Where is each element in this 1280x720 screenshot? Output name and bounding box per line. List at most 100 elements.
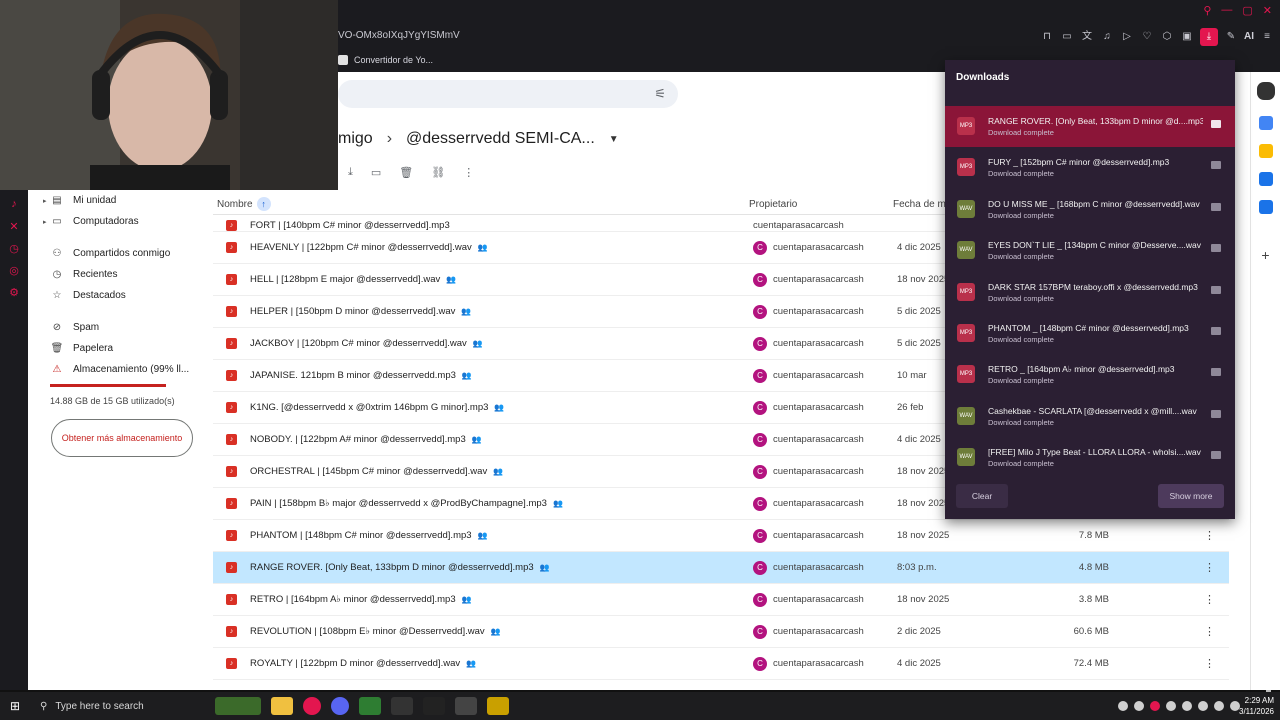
close-icon[interactable]: ✕: [1263, 4, 1272, 17]
app-icon[interactable]: [359, 697, 381, 715]
breadcrumb-current[interactable]: @desserrvedd SEMI-CA...: [406, 130, 595, 148]
link-icon[interactable]: ⛓: [431, 166, 445, 179]
folder-icon[interactable]: [1211, 327, 1221, 335]
table-row[interactable]: ♪ RANGE ROVER. [Only Beat, 133bpm D minor…: [213, 552, 1229, 584]
expand-icon[interactable]: ▸: [43, 218, 47, 226]
expand-icon[interactable]: ▸: [43, 197, 47, 205]
download-item[interactable]: WAV DO U MISS ME _ [168bpm C minor @desse…: [945, 189, 1235, 230]
wifi-icon[interactable]: [1198, 701, 1208, 711]
more-options-icon[interactable]: ⋮: [1204, 593, 1215, 606]
address-bar[interactable]: VO-OMx8oIXqJYgYISMmV: [338, 30, 460, 41]
obs-icon[interactable]: [455, 697, 477, 715]
keep-icon[interactable]: [1258, 144, 1273, 158]
folder-icon[interactable]: [1211, 161, 1221, 170]
folder-icon[interactable]: [1211, 202, 1221, 211]
start-button[interactable]: ⊞: [0, 699, 30, 713]
search-icon[interactable]: ⚲: [1203, 4, 1211, 17]
folder-icon[interactable]: [1211, 409, 1221, 418]
sidebar-item-starred[interactable]: ☆ Destacados: [28, 285, 208, 306]
sidebar-item-trash[interactable]: 🗑 Papelera: [28, 338, 208, 359]
more-options-icon[interactable]: ⋮: [1204, 657, 1215, 670]
show-more-button[interactable]: Show more: [1158, 484, 1224, 508]
discord-icon[interactable]: [331, 697, 349, 715]
more-options-icon[interactable]: ⋮: [1204, 561, 1215, 574]
bookmark-icon[interactable]: ⊓: [1040, 30, 1054, 44]
heart-icon[interactable]: ♡: [1140, 30, 1154, 44]
bookmark-item[interactable]: Convertidor de Yo...: [338, 52, 433, 68]
contacts-icon[interactable]: [1258, 200, 1273, 214]
clear-button[interactable]: Clear: [956, 484, 1008, 508]
download-item[interactable]: WAV Cashekbae - SCARLATA [@desserrvedd x …: [945, 396, 1235, 437]
capcut-icon[interactable]: [391, 697, 413, 715]
sidebar-item-my-drive[interactable]: ▸ ▤ Mi unidad: [28, 190, 208, 211]
tray-icon[interactable]: [1166, 701, 1176, 711]
sidebar-item-spam[interactable]: ⊘ Spam: [28, 317, 208, 338]
tiktok-icon[interactable]: ♪: [7, 198, 21, 212]
drive-search-bar[interactable]: ⚟: [338, 80, 678, 108]
download-item[interactable]: MP3 PHANTOM _ [148bpm C# minor @desserrve…: [945, 313, 1235, 354]
sidebar-item-shared[interactable]: ⚇ Compartidos conmigo: [28, 243, 208, 264]
folder-icon[interactable]: [1211, 120, 1221, 128]
x-icon[interactable]: ✕: [7, 220, 21, 234]
settings-icon[interactable]: ⚙: [7, 286, 21, 300]
translate-icon[interactable]: 文: [1080, 30, 1094, 44]
tray-icon[interactable]: [1150, 701, 1160, 711]
weather-widget[interactable]: [215, 697, 261, 715]
taskbar-search[interactable]: ⚲ Type here to search: [30, 692, 210, 720]
screenshot-icon[interactable]: ▭: [1060, 30, 1074, 44]
whatsapp-icon[interactable]: ◎: [7, 264, 21, 278]
sidebar-item-storage[interactable]: ⚠ Almacenamiento (99% ll...: [28, 359, 208, 380]
filter-icon[interactable]: ⚟: [654, 86, 666, 102]
breadcrumb-parent[interactable]: migo: [338, 130, 373, 148]
table-row[interactable]: ♪ REVOLUTION | [108bpm E♭ minor @Desserrv…: [213, 616, 1229, 648]
menu-icon[interactable]: ≡: [1260, 30, 1274, 44]
volume-icon[interactable]: [1214, 701, 1224, 711]
minimize-icon[interactable]: —: [1221, 4, 1232, 17]
column-name[interactable]: Nombre ↑: [213, 197, 749, 211]
clock[interactable]: 2:29 AM 3/11/2026: [1236, 692, 1274, 717]
maximize-icon[interactable]: ▢: [1242, 4, 1252, 17]
sort-arrow-up-icon[interactable]: ↑: [256, 197, 271, 211]
folder-icon[interactable]: [1211, 244, 1221, 253]
table-row[interactable]: ♪ ROYALTY | [122bpm D minor @desserrvedd]…: [213, 648, 1229, 680]
download-item[interactable]: MP3 RETRO _ [164bpm A♭ minor @desserrvedd…: [945, 354, 1235, 395]
move-icon[interactable]: ▭: [371, 166, 381, 179]
more-options-icon[interactable]: ⋮: [1204, 625, 1215, 638]
file-explorer-icon[interactable]: [271, 697, 293, 715]
tray-icon[interactable]: [1182, 701, 1192, 711]
tasks-icon[interactable]: [1258, 172, 1273, 186]
app-icon[interactable]: [487, 697, 509, 715]
history-icon[interactable]: ◷: [7, 242, 21, 256]
folder-icon[interactable]: [1211, 285, 1221, 294]
download-item[interactable]: MP3 RANGE ROVER. [Only Beat, 133bpm D min…: [945, 106, 1235, 147]
column-owner[interactable]: Propietario: [749, 199, 893, 210]
caret-down-icon[interactable]: ▼: [609, 134, 619, 145]
folder-icon[interactable]: [1211, 368, 1221, 377]
profile-avatar[interactable]: [1256, 82, 1275, 100]
ai-icon[interactable]: ✎: [1224, 30, 1238, 44]
get-storage-button[interactable]: Obtener más almacenamiento: [51, 419, 193, 457]
download-item[interactable]: WAV [FREE] Milo J Type Beat - LLORA LLORA…: [945, 437, 1235, 478]
sidebar-item-computers[interactable]: ▸ ▭ Computadoras: [28, 211, 208, 232]
opera-icon[interactable]: [303, 697, 321, 715]
extensions-icon[interactable]: ⬡: [1160, 30, 1174, 44]
table-row[interactable]: ♪ PHANTOM | [148bpm C# minor @desserrvedd…: [213, 520, 1229, 552]
download-item[interactable]: WAV EYES DON`T LIE _ [134bpm C minor @Des…: [945, 230, 1235, 271]
play-icon[interactable]: ▷: [1120, 30, 1134, 44]
table-row[interactable]: ♪ RETRO | [164bpm A♭ minor @desserrvedd].…: [213, 584, 1229, 616]
sidebar-item-recent[interactable]: ◷ Recientes: [28, 264, 208, 285]
ai-label[interactable]: AI: [1244, 30, 1254, 46]
download-item[interactable]: MP3 DARK STAR 157BPM teraboy.offi x @dess…: [945, 272, 1235, 313]
tray-icon[interactable]: [1134, 701, 1144, 711]
calendar-icon[interactable]: [1258, 116, 1273, 130]
download-item[interactable]: MP3 FURY _ [152bpm C# minor @desserrvedd]…: [945, 147, 1235, 188]
more-options-icon[interactable]: ⋮: [1204, 529, 1215, 542]
folder-icon[interactable]: [1211, 451, 1221, 460]
music-icon[interactable]: ♫: [1100, 30, 1114, 44]
download-icon[interactable]: ⤓: [1200, 28, 1218, 46]
more-actions-icon[interactable]: ⋮: [463, 166, 474, 179]
delete-icon[interactable]: 🗑: [399, 166, 413, 179]
download-file-icon[interactable]: ⤓: [348, 166, 353, 179]
app-icon[interactable]: [423, 697, 445, 715]
tray-icon[interactable]: [1118, 701, 1128, 711]
